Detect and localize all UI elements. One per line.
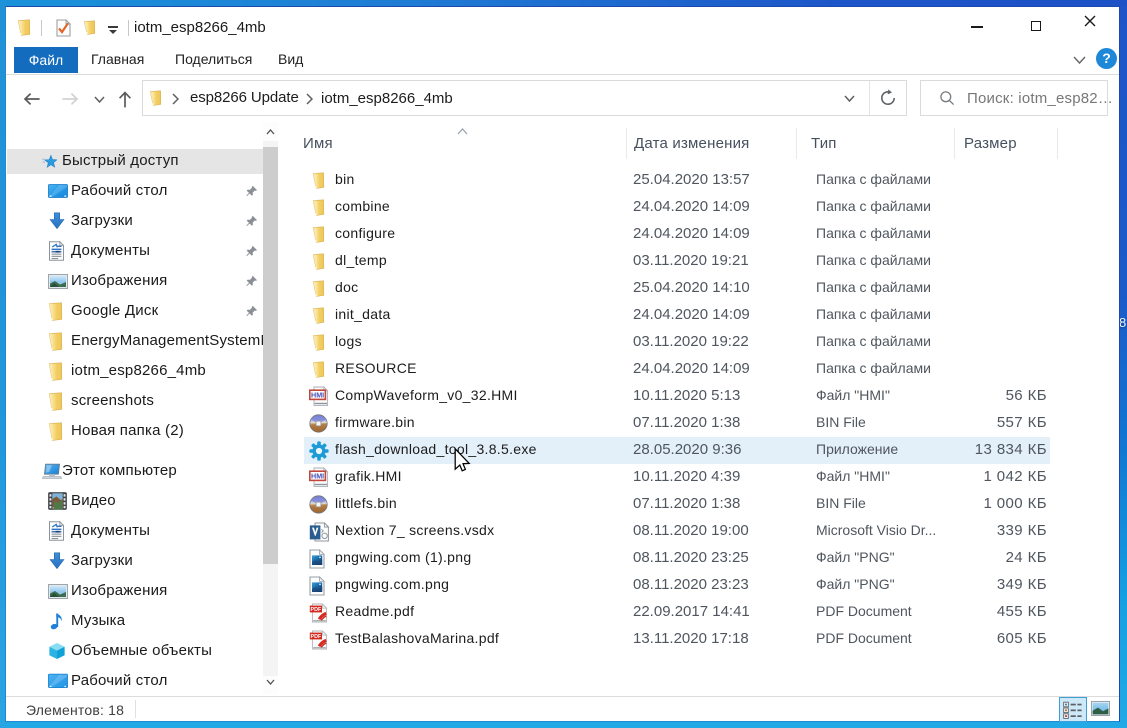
svg-text:HMI: HMI xyxy=(311,472,324,481)
svg-text:HMI: HMI xyxy=(311,391,324,400)
svg-text:PDF: PDF xyxy=(311,606,322,612)
svg-text:PDF: PDF xyxy=(311,633,322,639)
